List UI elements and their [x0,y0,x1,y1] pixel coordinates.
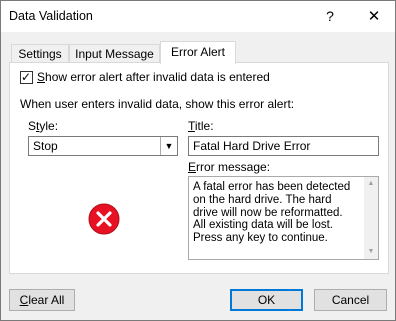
scroll-up-icon[interactable]: ▲ [364,177,378,191]
scroll-down-icon[interactable]: ▼ [364,245,378,259]
style-label: Style: [28,119,59,133]
style-select[interactable]: Stop ▼ [28,136,178,156]
error-message-text: A fatal error has been detected on the h… [193,181,351,245]
cancel-button[interactable]: Cancel [314,289,387,311]
close-button[interactable]: ✕ [357,1,391,32]
data-validation-dialog: Data Validation ? ✕ Settings Input Messa… [0,0,396,321]
style-value: Stop [33,139,58,153]
stop-error-icon [88,203,120,235]
help-button[interactable]: ? [313,1,347,32]
ok-button[interactable]: OK [230,289,303,311]
show-alert-checkbox[interactable]: ✓ [20,70,33,84]
chevron-down-icon[interactable]: ▼ [160,137,177,155]
tab-error-alert[interactable]: Error Alert [160,41,236,64]
window-title: Data Validation [9,9,93,23]
tab-settings[interactable]: Settings [11,44,69,64]
error-alert-panel: ✓ Show error alert after invalid data is… [9,62,389,274]
when-invalid-label: When user enters invalid data, show this… [20,97,295,111]
title-value: Fatal Hard Drive Error [193,139,311,153]
title-bar[interactable]: Data Validation ? ✕ [1,1,395,32]
error-message-label: Error message: [188,160,271,174]
tab-input-message[interactable]: Input Message [69,44,160,64]
error-message-textarea[interactable]: A fatal error has been detected on the h… [188,176,379,260]
title-label: Title: [188,119,214,133]
clear-all-button[interactable]: Clear All [9,289,75,311]
message-scrollbar[interactable]: ▲ ▼ [364,177,378,259]
show-alert-label: Show error alert after invalid data is e… [37,70,270,84]
check-icon: ✓ [21,70,32,84]
title-input[interactable]: Fatal Hard Drive Error [188,136,379,156]
